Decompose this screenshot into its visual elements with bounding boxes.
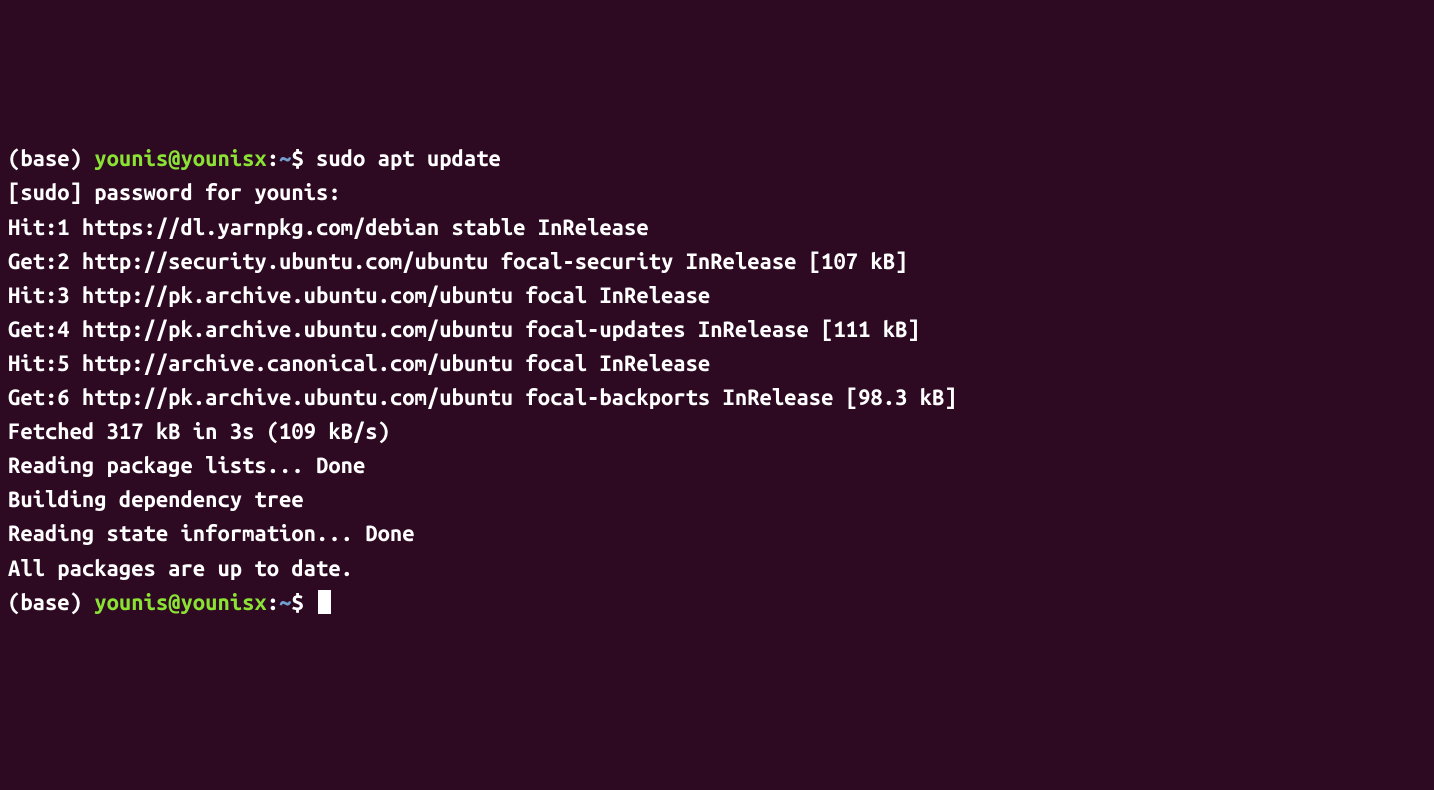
output-line: Hit:5 http://archive.canonical.com/ubunt… bbox=[8, 347, 1426, 381]
output-line: All packages are up to date. bbox=[8, 552, 1426, 586]
output-line: Hit:3 http://pk.archive.ubuntu.com/ubunt… bbox=[8, 279, 1426, 313]
output-line: Get:2 http://security.ubuntu.com/ubuntu … bbox=[8, 245, 1426, 279]
prompt-line-2: (base) younis@younisx:~$ bbox=[8, 586, 1426, 620]
output-line: Get:6 http://pk.archive.ubuntu.com/ubunt… bbox=[8, 381, 1426, 415]
cwd: ~ bbox=[279, 146, 291, 171]
output-line: Reading package lists... Done bbox=[8, 449, 1426, 483]
output-line: Hit:1 https://dl.yarnpkg.com/debian stab… bbox=[8, 211, 1426, 245]
user-host: younis@younisx bbox=[94, 590, 266, 615]
prompt-dollar: $ bbox=[291, 146, 316, 171]
cwd: ~ bbox=[279, 590, 291, 615]
output-line: Get:4 http://pk.archive.ubuntu.com/ubunt… bbox=[8, 313, 1426, 347]
user-host: younis@younisx bbox=[94, 146, 266, 171]
prompt-line-1: (base) younis@younisx:~$ sudo apt update bbox=[8, 142, 1426, 176]
cursor-block-icon bbox=[318, 590, 331, 614]
command-text: sudo apt update bbox=[316, 146, 501, 171]
output-line: Reading state information... Done bbox=[8, 517, 1426, 551]
env-prefix: (base) bbox=[8, 590, 94, 615]
env-prefix: (base) bbox=[8, 146, 94, 171]
prompt-colon: : bbox=[267, 590, 279, 615]
output-line: [sudo] password for younis: bbox=[8, 176, 1426, 210]
output-line: Building dependency tree bbox=[8, 483, 1426, 517]
prompt-dollar: $ bbox=[291, 590, 316, 615]
terminal-output[interactable]: (base) younis@younisx:~$ sudo apt update… bbox=[8, 142, 1426, 619]
output-line: Fetched 317 kB in 3s (109 kB/s) bbox=[8, 415, 1426, 449]
prompt-colon: : bbox=[267, 146, 279, 171]
